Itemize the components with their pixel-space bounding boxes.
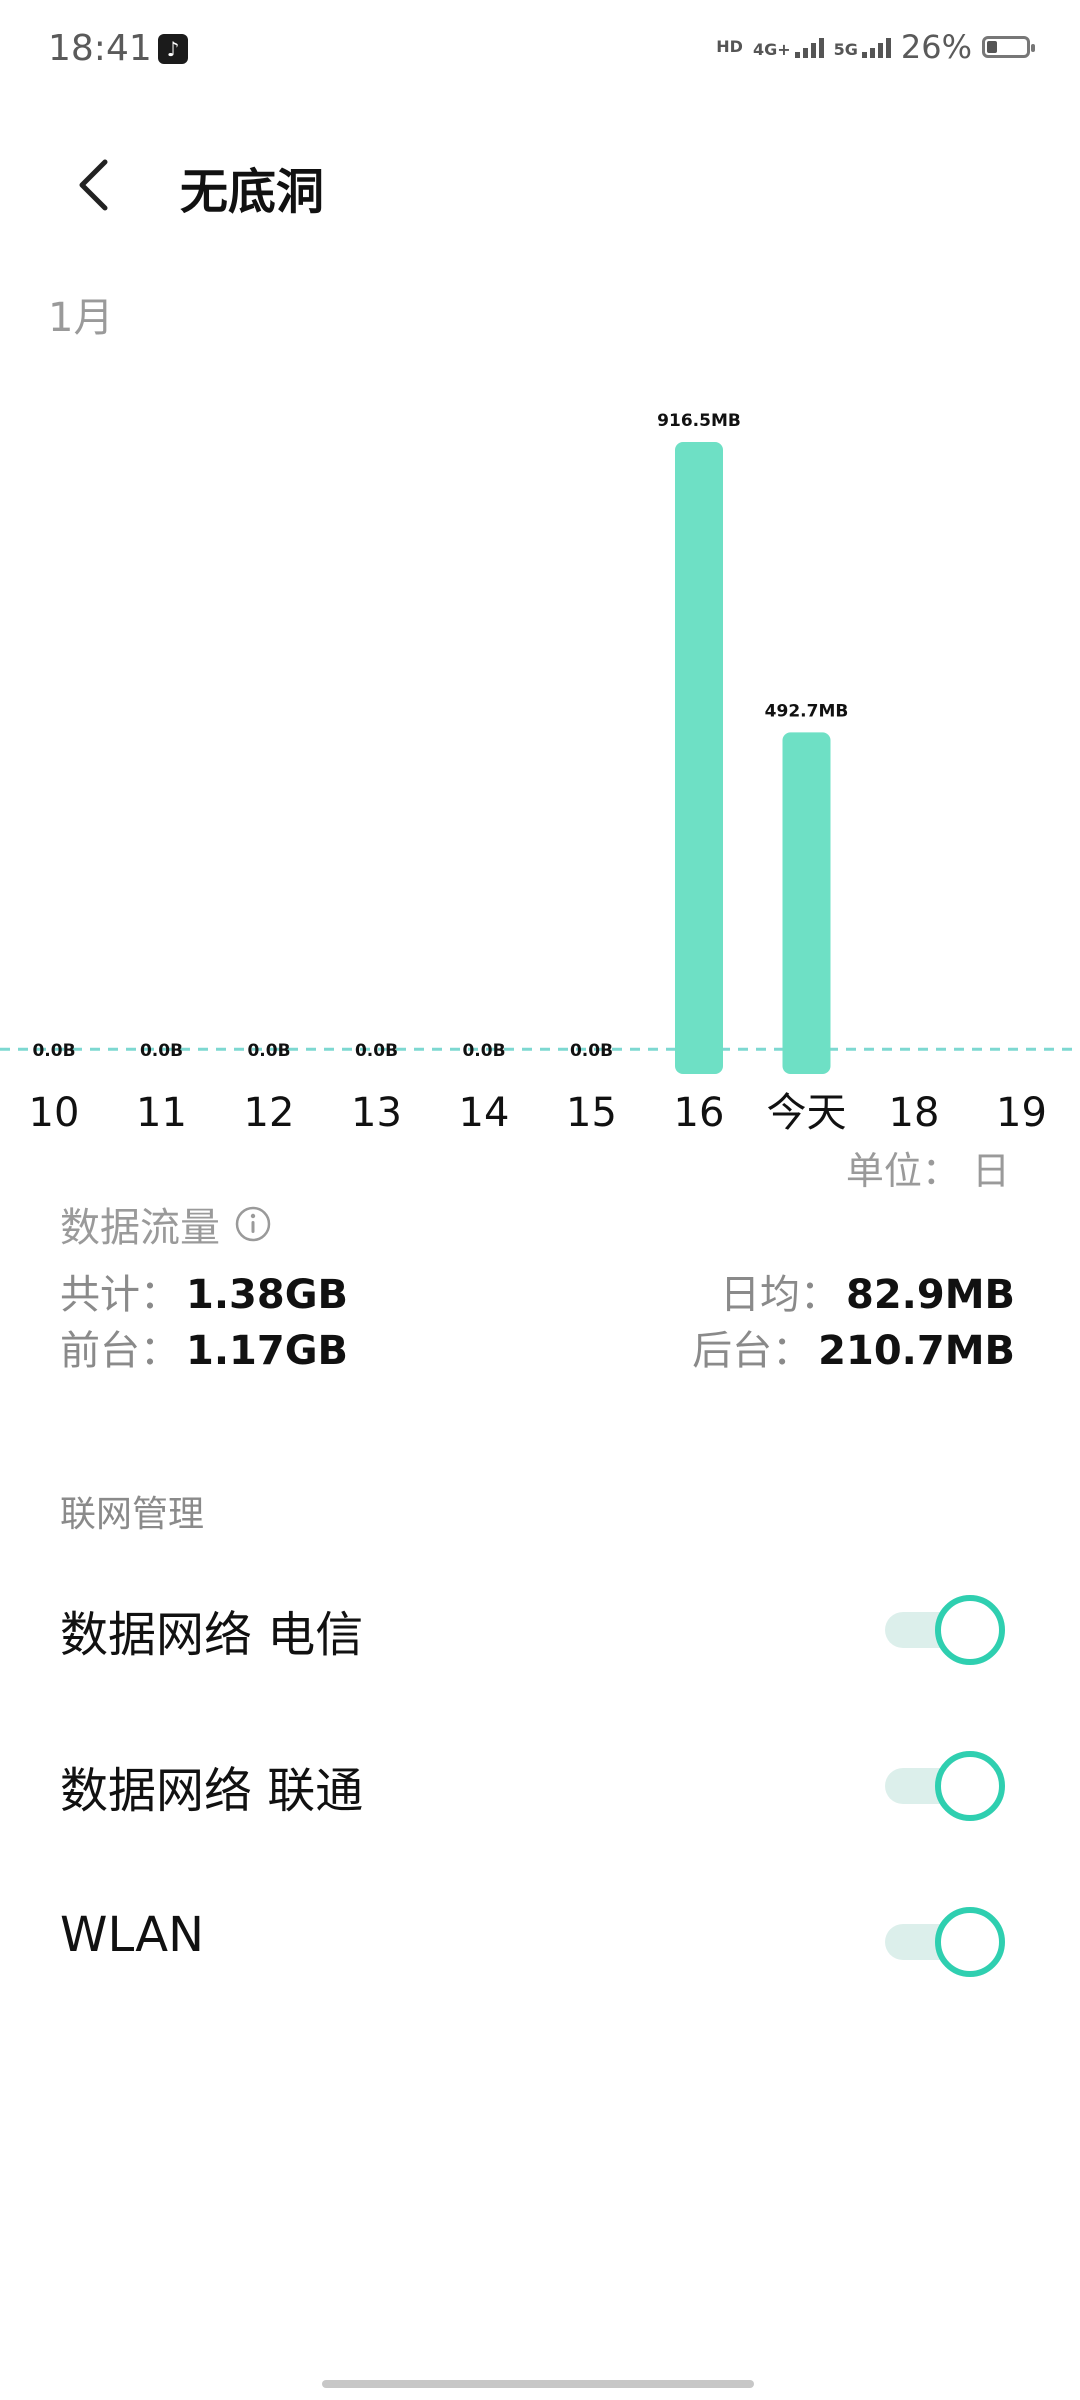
battery-percent: 26% (900, 28, 972, 66)
network-management-title: 联网管理 (60, 1494, 205, 1535)
back-button[interactable] (60, 150, 130, 220)
x-tick-2: 12 (244, 1090, 295, 1136)
daily-usage-chart: 0.0B 10 0.0B 11 0.0B 12 0.0B 13 0.0B 14 0.0B 15 916.… (0, 411, 1080, 1136)
info-icon[interactable] (234, 1205, 272, 1243)
x-tick-1: 11 (136, 1090, 187, 1136)
wlan-label: WLAN (60, 1907, 205, 1963)
x-tick-4: 14 (459, 1090, 510, 1136)
hd-voice-icon: HD (716, 37, 743, 56)
x-tick-9: 19 (996, 1090, 1047, 1136)
toggle-knob (935, 1595, 1005, 1665)
battery-icon (982, 36, 1035, 58)
foreground-usage-label: 前台： (60, 1328, 180, 1374)
data-usage-title: 数据流量 (60, 1195, 272, 1253)
unit-label: 单位： 日 (845, 1149, 1010, 1193)
background-usage: 后台： 210.7MB (692, 1318, 1015, 1376)
telecom-data-label: 数据网络 电信 (60, 1607, 364, 1663)
data-label-7: 492.7MB (765, 701, 849, 721)
daily-average-value: 82.9MB (846, 1272, 1015, 1318)
chevron-left-icon (79, 159, 108, 211)
bar-6 (675, 442, 723, 1074)
unicom-data-label: 数据网络 联通 (60, 1763, 364, 1819)
background-usage-value: 210.7MB (818, 1328, 1015, 1374)
total-usage-label: 共计： (60, 1272, 180, 1318)
toggle-knob (935, 1751, 1005, 1821)
data-label-2: 0.0B (247, 1041, 290, 1061)
data-usage-title-text: 数据流量 (60, 1205, 220, 1251)
wlan-toggle[interactable] (885, 1907, 1005, 1977)
status-icons: HD 4G+ 5G 26% (716, 28, 1035, 66)
background-usage-label: 后台： (692, 1328, 813, 1374)
data-label-1: 0.0B (140, 1041, 183, 1061)
foreground-usage-value: 1.17GB (186, 1328, 349, 1374)
x-tick-5: 15 (566, 1090, 617, 1136)
sim1-signal-icon: 4G+ (753, 36, 824, 58)
x-tick-8: 18 (889, 1090, 940, 1136)
x-tick-7: 今天 (767, 1090, 847, 1136)
sim1-network-type: 4G+ (752, 40, 791, 59)
x-tick-0: 10 (29, 1090, 80, 1136)
data-label-5: 0.0B (570, 1041, 613, 1061)
status-bar: 18:41 ♪ HD 4G+ 5G 26% (0, 0, 1080, 100)
sim2-network-type: 5G (833, 40, 858, 59)
total-usage: 共计： 1.38GB (60, 1262, 348, 1320)
data-label-6: 916.5MB (657, 411, 741, 431)
bar-7 (782, 732, 831, 1074)
month-label: 1月 (48, 295, 114, 341)
daily-average: 日均： 82.9MB (720, 1262, 1015, 1320)
daily-average-label: 日均： (720, 1272, 841, 1318)
tiktok-notification-icon: ♪ (158, 34, 188, 64)
page-title: 无底洞 (180, 164, 325, 220)
total-usage-value: 1.38GB (186, 1272, 349, 1318)
foreground-usage: 前台： 1.17GB (60, 1318, 348, 1376)
data-label-0: 0.0B (32, 1041, 75, 1061)
status-time: 18:41 (48, 28, 152, 69)
unicom-data-toggle[interactable] (885, 1751, 1005, 1821)
data-label-3: 0.0B (355, 1041, 398, 1061)
x-tick-3: 13 (351, 1090, 402, 1136)
home-indicator[interactable] (322, 2380, 754, 2388)
x-tick-6: 16 (674, 1090, 725, 1136)
sim2-signal-icon: 5G (834, 36, 891, 58)
toggle-knob (935, 1907, 1005, 1977)
data-label-4: 0.0B (462, 1041, 505, 1061)
telecom-data-toggle[interactable] (885, 1595, 1005, 1665)
